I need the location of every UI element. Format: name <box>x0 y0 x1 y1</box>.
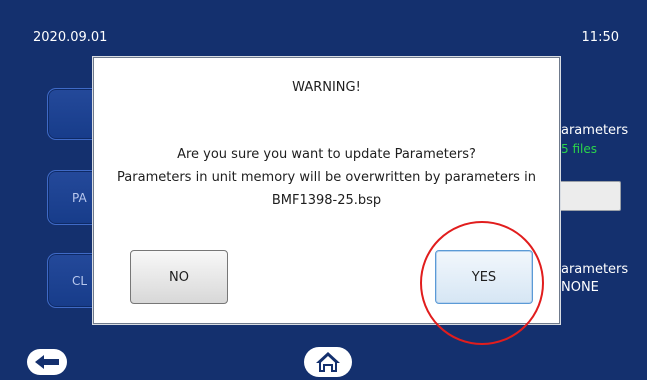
home-icon <box>316 352 340 372</box>
yes-button[interactable]: YES <box>435 250 533 304</box>
back-button[interactable] <box>27 349 67 375</box>
dialog-title: WARNING! <box>292 80 361 95</box>
background-button-label: CL <box>72 273 88 288</box>
home-button[interactable] <box>304 347 352 377</box>
warning-dialog: WARNING! Are you sure you want to update… <box>93 57 560 324</box>
arrow-left-icon <box>35 355 59 369</box>
background-button-label: PA <box>72 190 87 205</box>
right-panel-value: NONE <box>561 280 599 295</box>
right-panel-title-2: arameters <box>561 262 629 277</box>
right-panel-title: arameters <box>561 123 629 138</box>
dialog-message: Are you sure you want to update Paramete… <box>104 143 549 212</box>
no-button[interactable]: NO <box>130 250 228 304</box>
date-display: 2020.09.01 <box>33 30 108 45</box>
time-display: 11:50 <box>581 30 619 45</box>
dialog-message-line: Parameters in unit memory will be overwr… <box>117 170 536 185</box>
dialog-message-line: Are you sure you want to update Paramete… <box>177 147 476 162</box>
right-panel-progress-bar <box>555 181 621 211</box>
dialog-message-line: BMF1398-25.bsp <box>271 193 382 208</box>
right-panel-file-count: 5 files <box>561 142 597 156</box>
